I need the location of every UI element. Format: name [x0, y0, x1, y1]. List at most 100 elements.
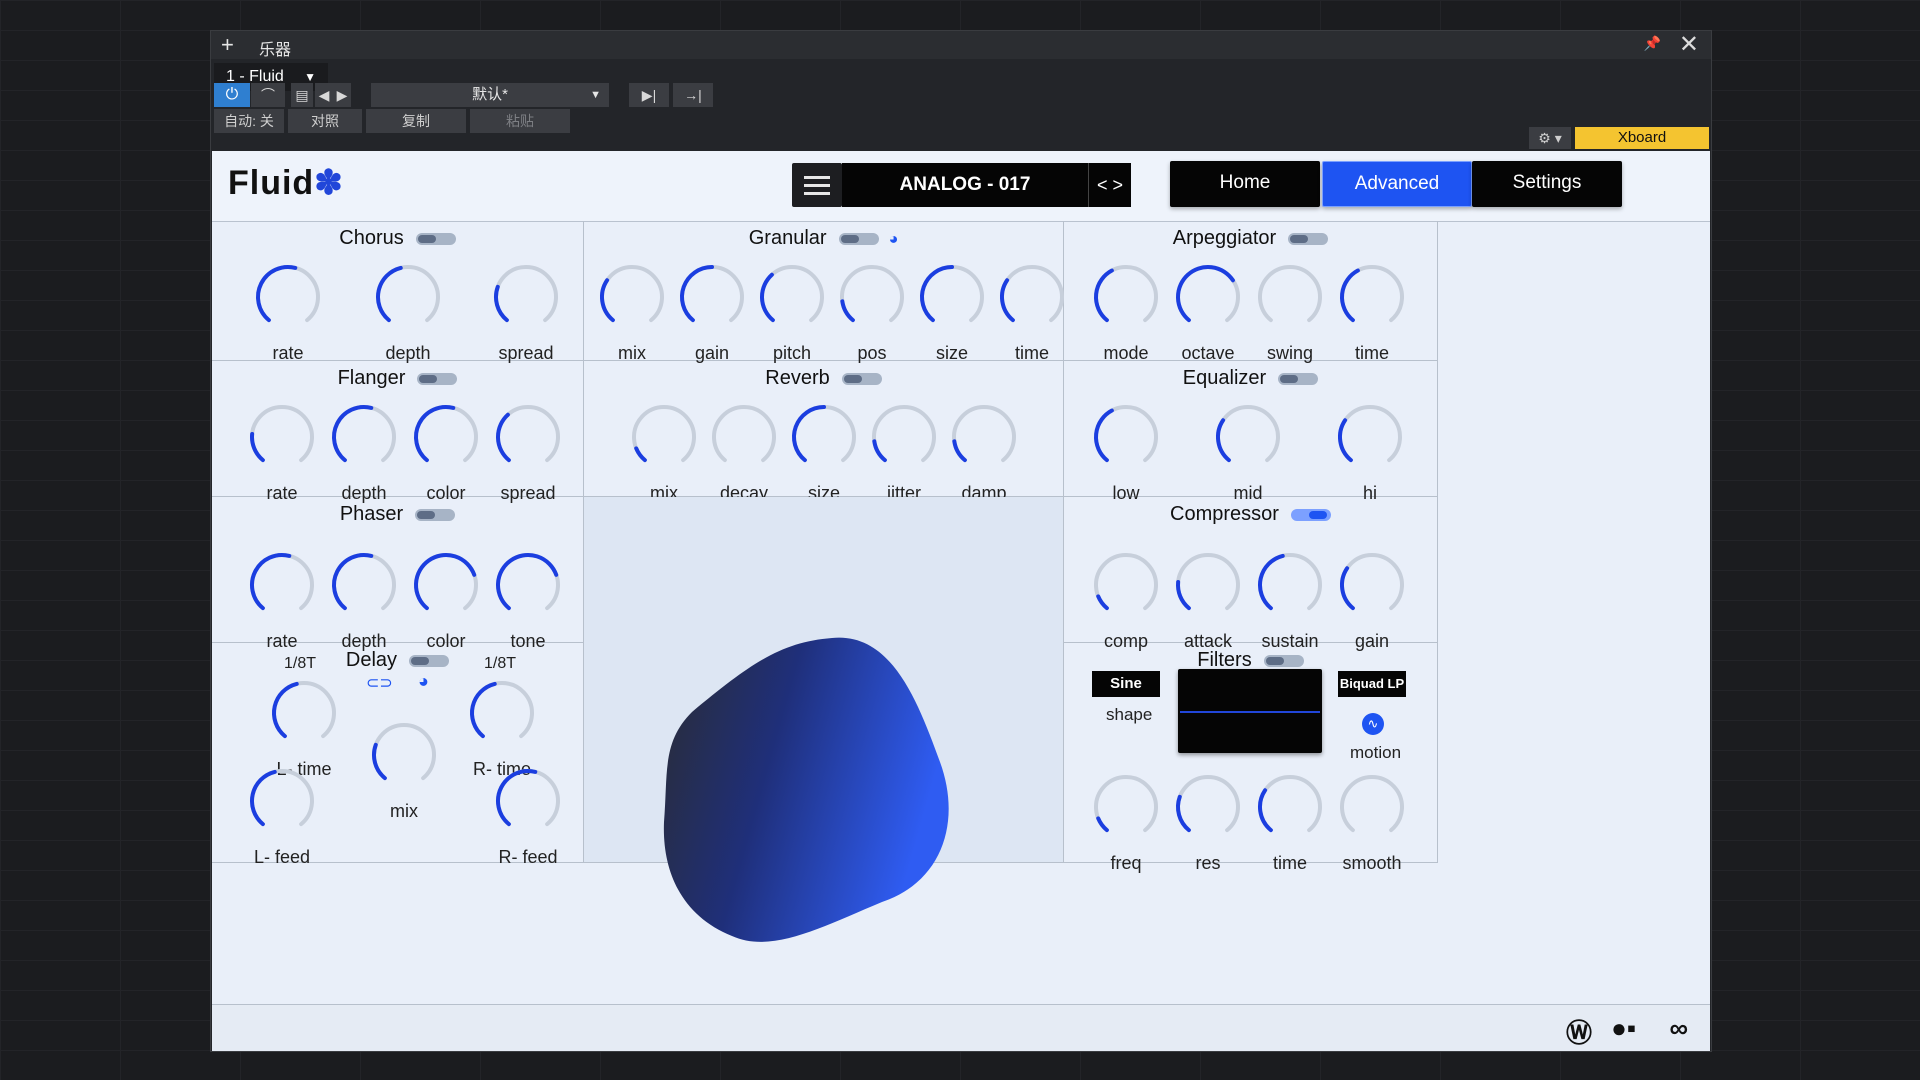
- copy-button[interactable]: 复制: [366, 109, 466, 133]
- compressor-title: Compressor: [1064, 503, 1437, 526]
- add-icon[interactable]: +: [221, 32, 234, 58]
- knob-dial: [332, 553, 396, 611]
- close-icon[interactable]: ✕: [1679, 31, 1699, 59]
- link-icon[interactable]: ⊂⊃: [366, 673, 393, 693]
- knob-label: L- feed: [253, 847, 311, 867]
- knob-dial: [1340, 775, 1404, 833]
- equalizer-toggle[interactable]: [1278, 372, 1319, 385]
- auto-label[interactable]: 自动: 关: [214, 109, 284, 133]
- damp-knob[interactable]: damp: [944, 401, 1024, 503]
- shape-select[interactable]: Sine: [1092, 671, 1160, 697]
- low-knob[interactable]: low: [1086, 401, 1166, 503]
- midi-out-icon[interactable]: →|: [673, 83, 713, 107]
- knob-dial: [376, 265, 440, 323]
- knob-value-arc: [840, 299, 855, 323]
- rate-knob[interactable]: rate: [248, 261, 328, 363]
- paste-button[interactable]: 粘贴: [470, 109, 570, 133]
- knob-value-arc: [680, 265, 714, 323]
- knob-track: [1338, 405, 1402, 463]
- plugin-header: Fluid✽ ANALOG - 017 < > Home Advanced Se…: [212, 151, 1710, 222]
- settings-button[interactable]: Settings: [1472, 161, 1622, 207]
- flanger-toggle[interactable]: [417, 372, 458, 385]
- arpeggiator-toggle[interactable]: [1288, 232, 1329, 245]
- knob-value-arc: [250, 769, 277, 827]
- knob-dial: [272, 681, 336, 739]
- knob-dial: [1338, 405, 1402, 463]
- compare-button[interactable]: 对照: [288, 109, 362, 133]
- chorus-panel: Chorus rate depth spread: [212, 221, 584, 363]
- midi-in-icon[interactable]: ▶|: [629, 83, 669, 107]
- left-sync-label[interactable]: 1/8T: [284, 655, 316, 673]
- knob-value-arc: [1258, 788, 1273, 833]
- knob-label: mix: [390, 801, 418, 821]
- xboard-button[interactable]: Xboard: [1575, 127, 1709, 149]
- knob-value-arc: [1176, 265, 1235, 323]
- compressor-toggle[interactable]: [1290, 508, 1331, 521]
- waves-logo-icon[interactable]: Ⓦ: [1566, 1013, 1592, 1050]
- filters-toggle[interactable]: [1263, 654, 1304, 667]
- gain-knob[interactable]: gain: [1332, 549, 1412, 651]
- preset-select[interactable]: 默认* ▼: [371, 83, 609, 107]
- phaser-toggle[interactable]: [415, 508, 456, 521]
- phaser-title: Phaser: [212, 503, 583, 526]
- knob-value-arc: [1096, 594, 1109, 611]
- knob-dial: [1000, 265, 1064, 323]
- arpeggiator-panel: Arpeggiator mode octave swing time: [1064, 221, 1438, 363]
- section-title: Arpeggiator: [1172, 227, 1277, 249]
- knob-dial: [1258, 775, 1322, 833]
- l-feed-knob[interactable]: L- feed: [242, 765, 322, 867]
- prev-preset-icon[interactable]: ◀: [315, 83, 333, 107]
- motion-icon[interactable]: ∿: [1362, 713, 1384, 735]
- delay-toggle[interactable]: [409, 654, 450, 667]
- section-title: Equalizer: [1182, 367, 1267, 389]
- sidechain-icon[interactable]: ⌒: [251, 83, 285, 107]
- depth-knob[interactable]: depth: [368, 261, 448, 363]
- knob-value-arc: [272, 681, 299, 739]
- mix-knob[interactable]: mix: [364, 719, 444, 821]
- power-button[interactable]: ⏻: [214, 83, 250, 107]
- knob-track: [600, 265, 664, 323]
- knob-dial: [712, 405, 776, 463]
- knob-track: [1258, 775, 1322, 833]
- knob-value-arc: [1176, 579, 1191, 611]
- hamburger-line: [804, 176, 830, 179]
- sync-clock-icon[interactable]: ◕: [418, 671, 429, 692]
- window-title: 乐器: [259, 42, 292, 59]
- home-button[interactable]: Home: [1170, 161, 1320, 207]
- knob-dial: [760, 265, 824, 323]
- time-knob[interactable]: time: [1332, 261, 1412, 363]
- chorus-toggle[interactable]: [415, 232, 456, 245]
- knob-value-arc: [1094, 268, 1114, 323]
- menu-button[interactable]: [792, 163, 842, 207]
- knob-value-arc: [760, 272, 775, 323]
- advanced-button[interactable]: Advanced: [1322, 161, 1472, 207]
- smooth-knob[interactable]: smooth: [1332, 771, 1412, 873]
- granular-panel: Granular ◕ mix gain pitch pos size time: [584, 221, 1064, 363]
- next-preset-icon[interactable]: ▶: [333, 83, 351, 107]
- compressor-panel: Compressor comp attack sustain gain: [1064, 497, 1438, 651]
- l-time-knob[interactable]: L- time: [264, 677, 344, 779]
- knob-value-arc: [1216, 418, 1231, 463]
- knob-track: [372, 723, 436, 781]
- pin-icon[interactable]: 📌: [1644, 35, 1661, 52]
- brand-mark-icon[interactable]: ●▪: [1611, 1013, 1636, 1044]
- mid-knob[interactable]: mid: [1208, 401, 1288, 503]
- knob-value-arc: [414, 405, 456, 463]
- section-title: Delay: [345, 649, 398, 671]
- preset-file-icon[interactable]: ▤: [291, 83, 313, 107]
- knob-track: [1340, 553, 1404, 611]
- spread-knob[interactable]: spread: [486, 261, 566, 363]
- spread-knob[interactable]: spread: [488, 401, 568, 503]
- reverb-toggle[interactable]: [841, 372, 882, 385]
- granular-toggle[interactable]: [838, 232, 879, 245]
- knob-track: [1340, 775, 1404, 833]
- preset-nav-arrows[interactable]: < >: [1088, 163, 1131, 207]
- settings-gear-icon[interactable]: ⚙ ▾: [1529, 127, 1571, 149]
- preset-name-display[interactable]: ANALOG - 017: [842, 163, 1088, 207]
- time-knob[interactable]: time: [992, 261, 1072, 363]
- sync-clock-icon[interactable]: ◕: [889, 231, 899, 248]
- knob-dial: [1094, 265, 1158, 323]
- infinity-link-icon[interactable]: ∞: [1669, 1013, 1688, 1044]
- hi-knob[interactable]: hi: [1330, 401, 1410, 503]
- filter-type-select[interactable]: Biquad LP: [1338, 671, 1406, 697]
